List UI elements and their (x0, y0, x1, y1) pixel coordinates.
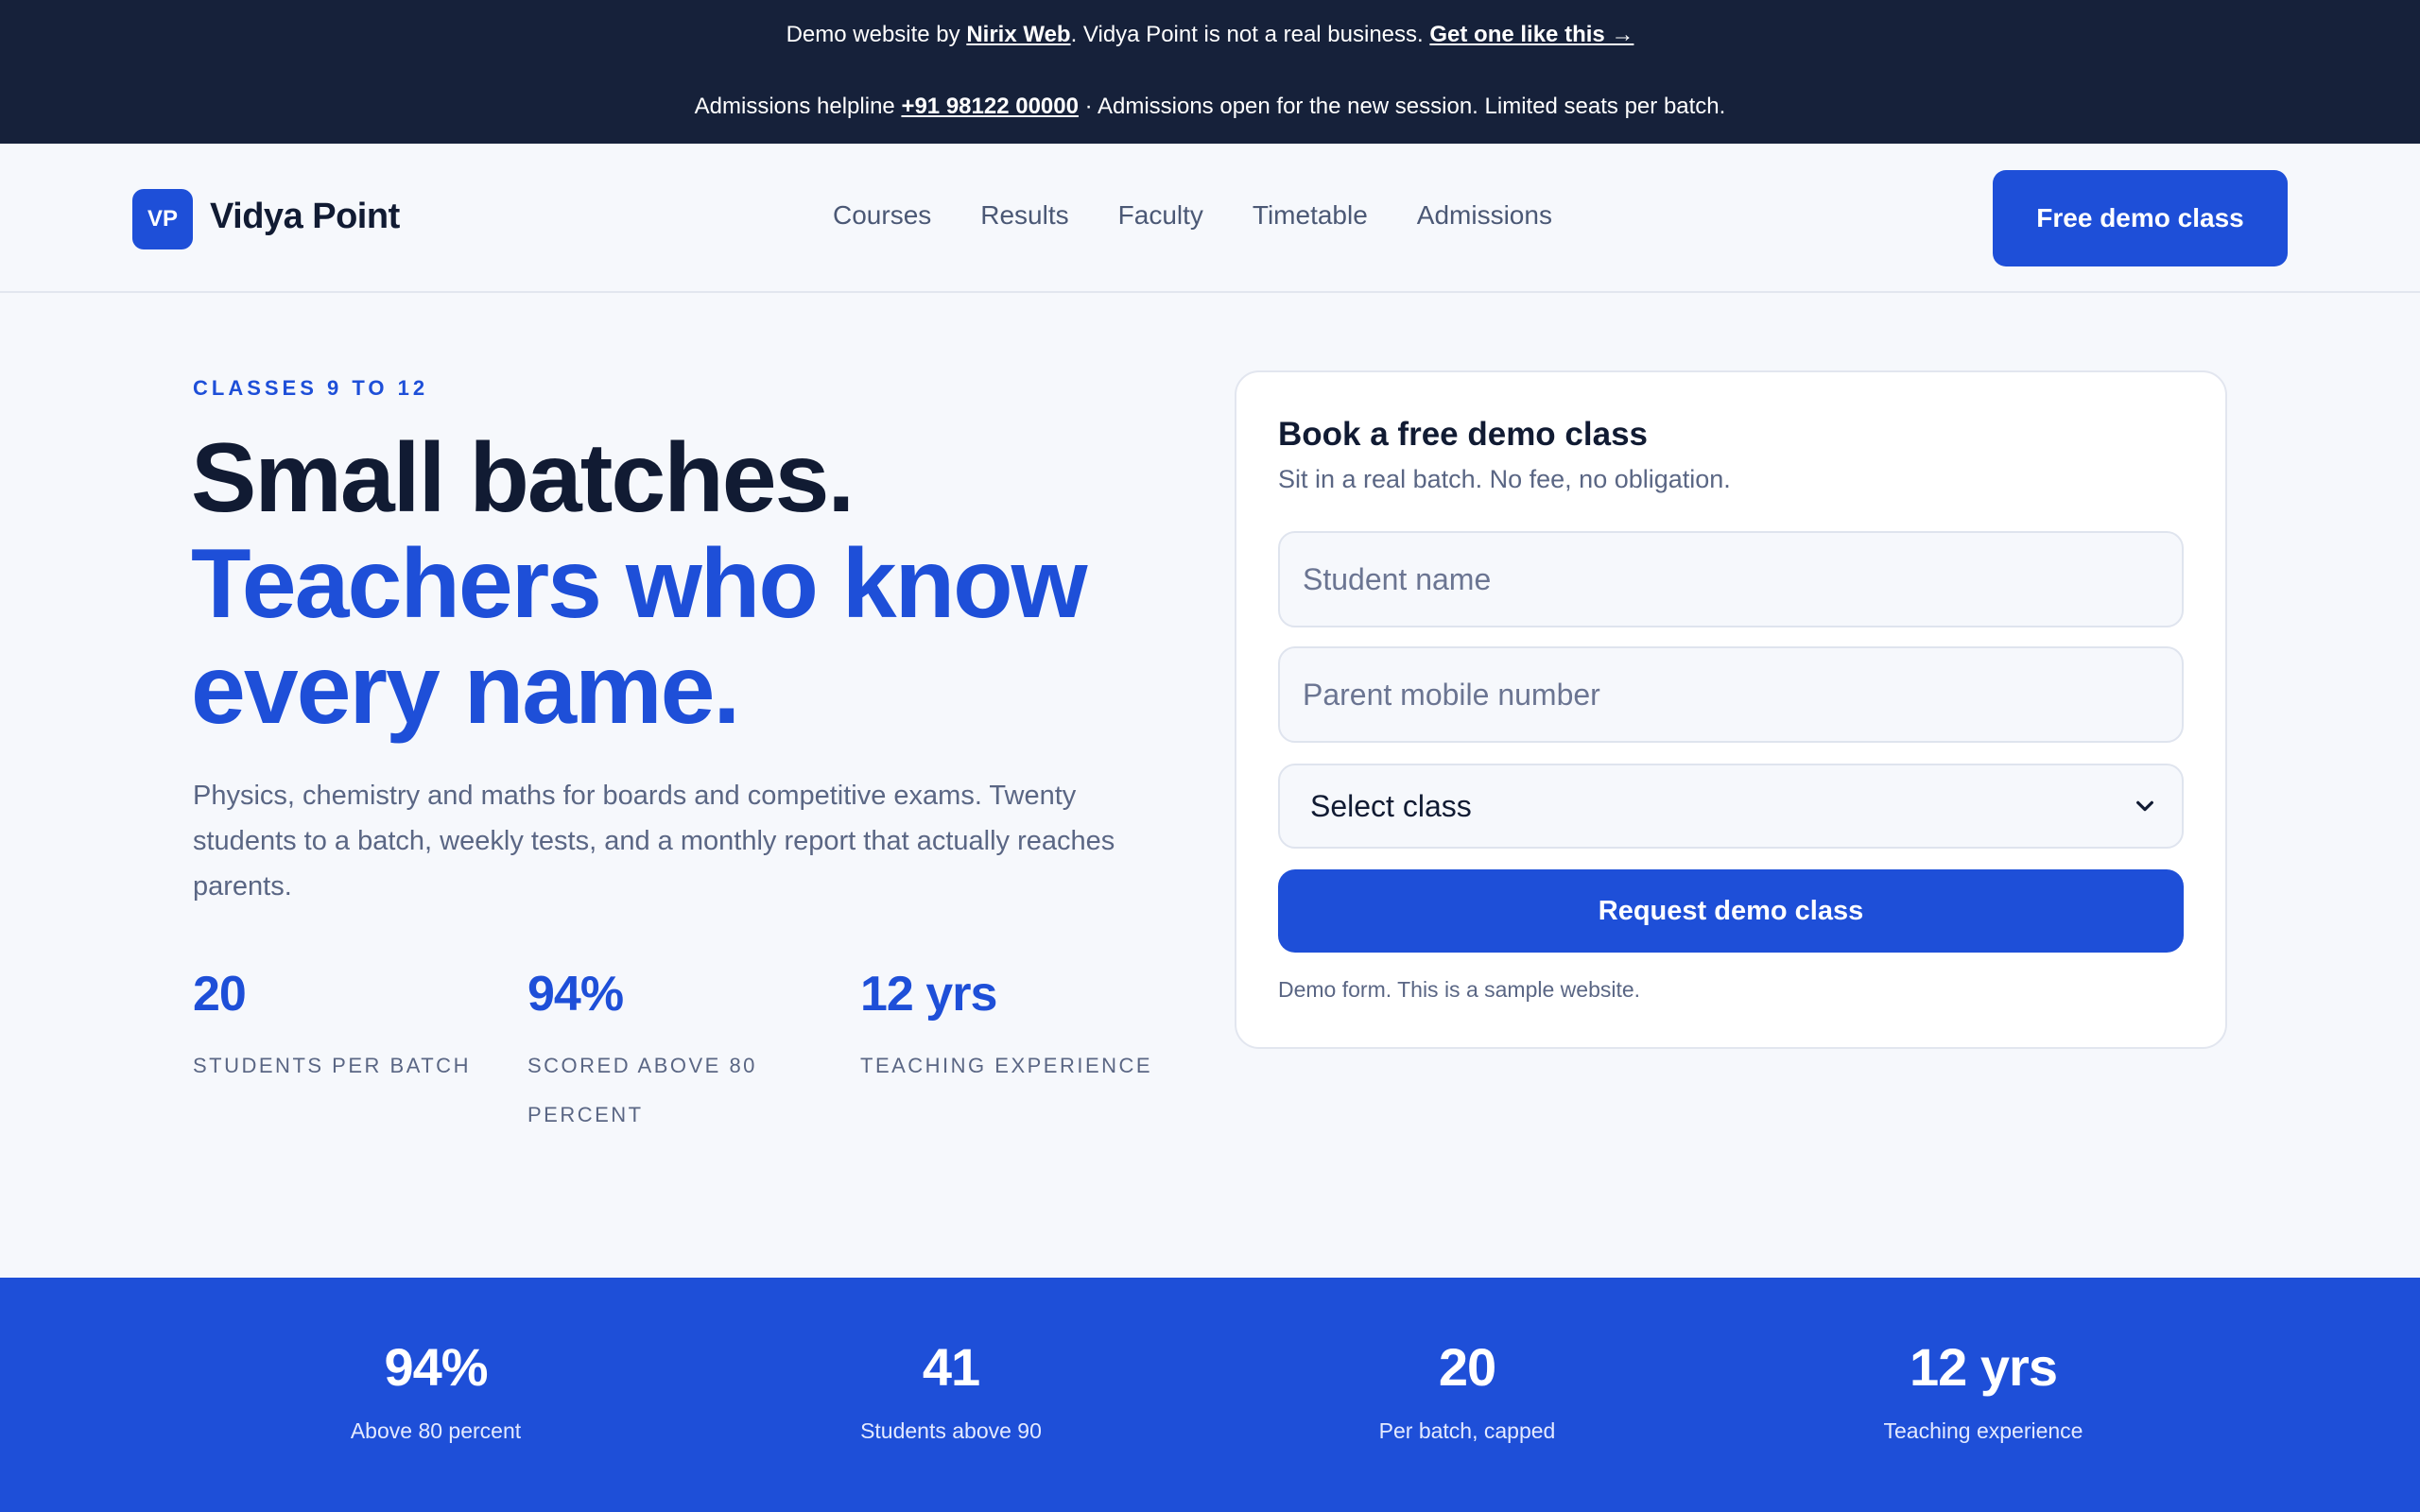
nav-item-timetable[interactable]: Timetable (1253, 200, 1368, 231)
nav-item-admissions[interactable]: Admissions (1417, 200, 1552, 231)
band-stat-value: 41 (922, 1337, 980, 1397)
hero-stats: 20 Students per batch 94% Scored above 8… (193, 966, 1185, 1136)
hero-stat: 94% Scored above 80 percent (527, 966, 783, 1140)
brand-name[interactable]: Vidya Point (210, 197, 400, 237)
chevron-down-icon (2136, 800, 2153, 812)
hero-stat-label: Teaching experience (860, 1054, 1153, 1077)
headline-line-2: Teachers who know (191, 529, 1088, 639)
demo-notice: Demo website by Nirix Web. Vidya Point i… (0, 22, 2420, 48)
helpline-phone-link[interactable]: +91 98122 00000 (901, 94, 1079, 119)
headline-line-1: Small batches. (191, 423, 855, 533)
band-stat-label: Teaching experience (1883, 1418, 2083, 1443)
form-note: Demo form. This is a sample website. (1278, 977, 1641, 1002)
hero-stat-label: Scored above 80 percent (527, 1054, 757, 1126)
hero-eyebrow: CLASSES 9 TO 12 (193, 376, 429, 400)
announcement-bar: Demo website by Nirix Web. Vidya Point i… (0, 0, 2420, 144)
demo-notice-middle: . Vidya Point is not a real business. (1070, 22, 1430, 47)
get-one-like-this-link[interactable]: Get one like this → (1429, 22, 1634, 47)
student-name-input[interactable] (1278, 531, 2184, 627)
helpline-suffix: · Admissions open for the new session. L… (1078, 94, 1726, 119)
hero-headline: Small batches. Teachers who know every n… (191, 425, 1212, 743)
helpline-prefix: Admissions helpline (694, 94, 902, 119)
band-stat-value: 12 yrs (1910, 1337, 2058, 1397)
nav-item-results[interactable]: Results (980, 200, 1068, 231)
card-subtitle: Sit in a real batch. No fee, no obligati… (1278, 465, 1731, 493)
hero-stat: 20 Students per batch (193, 966, 476, 1091)
band-stat-label: Per batch, capped (1378, 1418, 1556, 1443)
hero-stat-value: 12 yrs (860, 967, 997, 1022)
band-stat: 94% Above 80 percent (178, 1336, 694, 1444)
main-nav: Courses Results Faculty Timetable Admiss… (833, 200, 1552, 231)
parent-mobile-input[interactable] (1278, 646, 2184, 743)
stats-band: 94% Above 80 percent 41 Students above 9… (0, 1278, 2420, 1512)
hero-stat-label: Students per batch (193, 1054, 471, 1077)
band-stat-label: Above 80 percent (350, 1418, 522, 1443)
band-stat-value: 94% (384, 1337, 488, 1397)
helpline-notice: Admissions helpline +91 98122 00000 · Ad… (0, 94, 2420, 120)
class-select[interactable]: Select class (1278, 764, 2184, 849)
logo-badge[interactable]: VP (132, 189, 193, 249)
free-demo-class-button[interactable]: Free demo class (1993, 170, 2288, 266)
card-title: Book a free demo class (1278, 416, 1648, 453)
nirix-web-link[interactable]: Nirix Web (966, 22, 1070, 47)
site-header: VP Vidya Point Courses Results Faculty T… (0, 144, 2420, 293)
headline-line-3: every name. (191, 635, 740, 745)
band-stat-label: Students above 90 (860, 1418, 1042, 1443)
demo-booking-card: Book a free demo class Sit in a real bat… (1235, 370, 2227, 1049)
hero-stat: 12 yrs Teaching experience (860, 966, 1182, 1091)
hero-stat-value: 94% (527, 967, 624, 1022)
class-select-value: Select class (1310, 788, 1472, 823)
nav-item-courses[interactable]: Courses (833, 200, 931, 231)
band-stat: 12 yrs Teaching experience (1725, 1336, 2241, 1444)
band-stat: 41 Students above 90 (693, 1336, 1209, 1444)
nav-item-faculty[interactable]: Faculty (1118, 200, 1203, 231)
hero-subcopy: Physics, chemistry and maths for boards … (193, 781, 1115, 902)
band-stat: 20 Per batch, capped (1209, 1336, 1725, 1444)
hero-stat-value: 20 (193, 967, 247, 1022)
band-stat-value: 20 (1438, 1337, 1496, 1397)
demo-notice-prefix: Demo website by (786, 22, 967, 47)
request-demo-class-button[interactable]: Request demo class (1278, 869, 2184, 953)
